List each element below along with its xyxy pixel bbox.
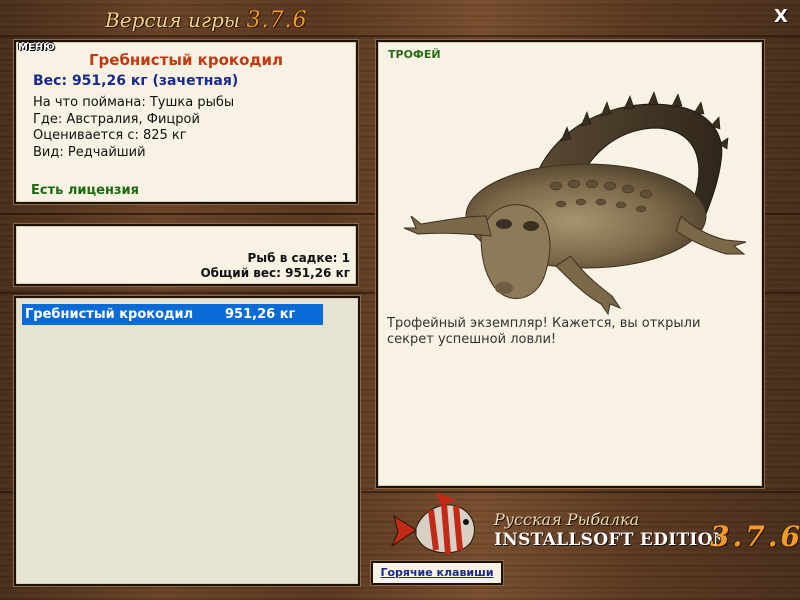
catch-details: На что поймана: Тушка рыбы Где: Австрали…	[33, 95, 356, 161]
window-title: Версия игры 3.7.6	[105, 8, 307, 33]
fish-name: Гребнистый крокодил	[88, 51, 284, 69]
close-button[interactable]: X	[770, 7, 792, 27]
game-logo: Русская Рыбалка INSTALLSOFT EDITION 3.7.…	[386, 490, 800, 560]
license-status: Есть лицензия	[31, 183, 139, 198]
list-item[interactable]: Гребнистый крокодил 951,26 кг	[22, 304, 323, 325]
title-version: 3.7.6	[246, 8, 308, 33]
trophy-label: ТРОФЕЙ	[388, 48, 441, 61]
crocodile-image	[386, 66, 756, 316]
list-item-weight: 951,26 кг	[225, 307, 296, 322]
keepnet-stats: Рыб в садке: 1 Общий вес: 951,26 кг	[200, 251, 350, 281]
close-icon: X	[774, 6, 788, 27]
list-item-name: Гребнистый крокодил	[25, 307, 194, 322]
fish-logo-icon	[390, 492, 475, 555]
rating-line: Оценивается с: 825 кг	[33, 128, 187, 143]
species-line: Вид: Редчайший	[33, 144, 146, 160]
logo-line-1: Русская Рыбалка	[494, 510, 640, 529]
wood-seam	[0, 35, 800, 37]
catch-info-panel: Гребнистый крокодил Вес: 951,26 кг (заче…	[14, 40, 358, 204]
menu-button[interactable]: МЕНЮ	[18, 42, 55, 53]
location-line: Где: Австралия, Фицрой	[33, 111, 200, 127]
logo-version: 3.7.6	[710, 520, 800, 553]
total-weight: Общий вес: 951,26 кг	[200, 266, 350, 280]
hotkeys-button[interactable]: Горячие клавиши	[371, 561, 503, 585]
trophy-description: Трофейный экземпляр! Кажется, вы открыли…	[387, 316, 701, 347]
title-prefix: Версия игры	[105, 8, 241, 32]
fish-count: Рыб в садке: 1	[247, 251, 351, 265]
trophy-panel: ТРОФЕЙ Трофейный экземпляр! Кажется, вы …	[376, 40, 764, 488]
logo-line-2: INSTALLSOFT EDITION	[494, 530, 729, 550]
keepnet-stats-panel: Рыб в садке: 1 Общий вес: 951,26 кг	[14, 224, 358, 286]
fish-weight: Вес: 951,26 кг (зачетная)	[33, 73, 239, 89]
fish-list-panel: Гребнистый крокодил 951,26 кг	[14, 296, 360, 586]
bait-line: На что поймана: Тушка рыбы	[33, 95, 235, 110]
